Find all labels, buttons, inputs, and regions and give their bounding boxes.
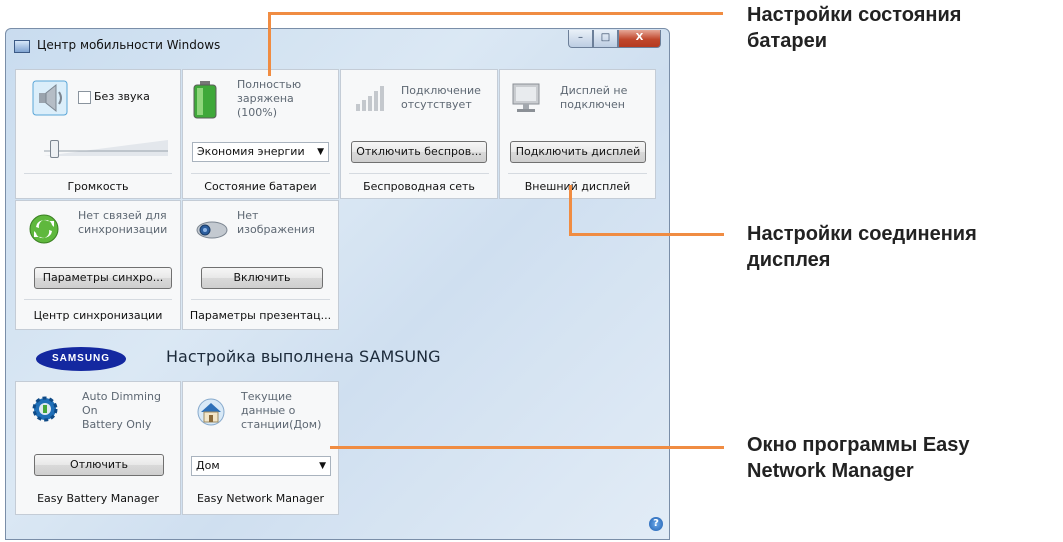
sync-caption[interactable]: Центр синхронизации [16, 309, 180, 322]
annotation-network-window-line2: Network Manager [747, 460, 914, 482]
sync-tile: Нет связей для синхронизации Параметры с… [15, 200, 181, 330]
presentation-caption[interactable]: Параметры презентац... [183, 309, 338, 322]
battery-status-line1: Полностью [237, 78, 302, 91]
location-value: Дом [196, 459, 220, 472]
annotation-battery-settings-line1: Настройки состояния [747, 4, 962, 26]
network-manager-status-line3: станции(Дом) [241, 418, 322, 431]
annotation-display-settings-line2: дисплея [747, 249, 831, 271]
power-plan-select[interactable]: Экономия энергии ▼ [192, 142, 329, 162]
minimize-button[interactable]: – [568, 30, 593, 48]
speaker-icon[interactable] [32, 80, 68, 116]
display-status-line1: Дисплей не [560, 84, 628, 97]
enable-presentation-button[interactable]: Включить [201, 267, 323, 289]
help-icon[interactable]: ? [649, 517, 663, 531]
battery-icon[interactable] [192, 80, 218, 120]
battery-manager-disable-button[interactable]: Отлючить [34, 454, 164, 476]
callout-line-display-vertical [569, 185, 572, 236]
wireless-status-line1: Подключение [401, 84, 481, 97]
battery-manager-status-line1: Auto Dimming [82, 390, 162, 403]
connect-display-button[interactable]: Подключить дисплей [510, 141, 646, 163]
battery-caption[interactable]: Состояние батареи [183, 180, 338, 193]
presentation-status-line1: Нет [237, 209, 259, 222]
maximize-button[interactable]: □ [593, 30, 618, 48]
callout-line-network-horizontal [330, 446, 724, 449]
volume-tile: Без звука Громкость [15, 69, 181, 199]
location-select[interactable]: Дом ▼ [191, 456, 331, 476]
annotation-battery-settings-line2: батареи [747, 30, 828, 52]
window-controls: – □ X [568, 30, 661, 48]
mute-label: Без звука [94, 90, 150, 103]
battery-manager-status-line2: On [82, 404, 98, 417]
battery-manager-tile: Auto Dimming On Battery Only Отлючить Ea… [15, 381, 181, 515]
callout-line-battery-horizontal [268, 12, 723, 15]
sync-status-line1: Нет связей для [78, 209, 167, 222]
house-icon[interactable] [195, 396, 227, 426]
callout-line-display-horizontal [569, 233, 724, 236]
samsung-logo: SAMSUNG [36, 347, 126, 371]
window-app-icon [14, 40, 30, 53]
battery-manager-caption[interactable]: Easy Battery Manager [16, 492, 180, 505]
disable-wireless-button[interactable]: Отключить беспров... [351, 141, 487, 163]
chevron-down-icon: ▼ [319, 461, 326, 471]
sync-status-line2: синхронизации [78, 223, 168, 236]
battery-manager-status-line3: Battery Only [82, 418, 152, 431]
network-manager-status-line2: данные о [241, 404, 296, 417]
title-bar[interactable]: Центр мобильности Windows – □ X [6, 29, 669, 63]
mute-checkbox[interactable] [78, 91, 91, 104]
display-tile: Дисплей не подключен Подключить дисплей … [499, 69, 656, 199]
sync-settings-button[interactable]: Параметры синхро... [34, 267, 172, 289]
sync-icon[interactable] [28, 213, 60, 245]
samsung-heading: Настройка выполнена SAMSUNG [166, 347, 441, 366]
mobility-center-window: Центр мобильности Windows – □ X Без звук… [5, 28, 670, 540]
power-plan-value: Экономия энергии [197, 145, 305, 158]
window-title: Центр мобильности Windows [37, 38, 221, 52]
wireless-tile: Подключение отсутствует Отключить беспро… [340, 69, 498, 199]
volume-slider-thumb[interactable] [50, 140, 59, 158]
volume-slider[interactable] [44, 138, 168, 158]
chevron-down-icon: ▼ [317, 147, 324, 157]
signal-bars-icon[interactable] [355, 84, 387, 112]
callout-line-battery-vertical [268, 12, 271, 76]
battery-status-line2: заряжена [237, 92, 294, 105]
close-button[interactable]: X [618, 30, 661, 48]
wireless-status-line2: отсутствует [401, 98, 472, 111]
network-manager-tile: Текущие данные о станции(Дом) Дом ▼ Easy… [182, 381, 339, 515]
network-manager-status-line1: Текущие [241, 390, 292, 403]
projector-icon[interactable] [195, 217, 229, 241]
annotation-network-window: Окно программы Easy Network Manager [747, 432, 970, 484]
presentation-status-line2: изображения [237, 223, 315, 236]
wireless-caption[interactable]: Беспроводная сеть [341, 180, 497, 193]
display-status-line2: подключен [560, 98, 625, 111]
network-manager-caption[interactable]: Easy Network Manager [183, 492, 338, 505]
presentation-tile: Нет изображения Включить Параметры презе… [182, 200, 339, 330]
gear-battery-icon[interactable] [30, 394, 60, 424]
annotation-display-settings: Настройки соединения дисплея [747, 221, 977, 273]
display-caption[interactable]: Внешний дисплей [500, 180, 655, 193]
battery-status-line3: (100%) [237, 106, 278, 119]
monitor-icon[interactable] [510, 82, 544, 114]
annotation-display-settings-line1: Настройки соединения [747, 223, 977, 245]
annotation-network-window-line1: Окно программы Easy [747, 434, 970, 456]
battery-tile: Полностью заряжена (100%) Экономия энерг… [182, 69, 339, 199]
annotation-battery-settings: Настройки состояния батареи [747, 2, 961, 54]
volume-caption[interactable]: Громкость [16, 180, 180, 193]
